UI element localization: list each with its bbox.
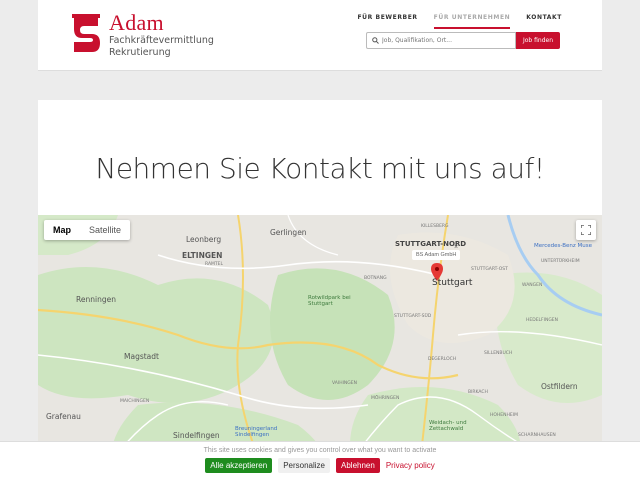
map-label-rotwildpark: Rotwildpark bei Stuttgart [308, 295, 351, 307]
map-type-satellite-button[interactable]: Satellite [80, 220, 130, 240]
logo-s-icon [72, 14, 100, 52]
map-label-mohringen: MÖHRINGEN [371, 396, 400, 401]
personalize-button[interactable]: Personalize [278, 458, 330, 473]
map-label-maichingen: MAICHINGEN [120, 399, 150, 404]
map-label-sindelfingen: Sindelfingen [173, 431, 220, 440]
logo-subtitle-1: Fachkräftevermittlung [109, 35, 214, 46]
cookie-buttons: Alle akzeptieren Personalize Ablehnen Pr… [0, 458, 640, 473]
search-box [366, 32, 516, 49]
search-icon [372, 37, 379, 44]
map-label-stuttgart-nord: STUTTGART-NORD [395, 240, 467, 248]
logo[interactable]: Adam Fachkräftevermittlung Rekrutierung [70, 12, 214, 58]
map-label-leonberg: Leonberg [186, 235, 222, 244]
fullscreen-button[interactable] [576, 220, 596, 240]
nav-item-unternehmen[interactable]: FÜR UNTERNEHMEN [433, 14, 511, 29]
privacy-policy-link[interactable]: Privacy policy [386, 461, 435, 470]
fullscreen-icon [581, 225, 591, 235]
map-label-sillenbuch: SILLENBUCH [484, 351, 513, 356]
map-label-killesberg: KILLESBERG [421, 224, 449, 229]
map-label-ramtel: RAMTEL [205, 262, 224, 267]
page-title: Nehmen Sie Kontakt mit uns auf! [95, 152, 545, 185]
map-label-gerlingen: Gerlingen [270, 228, 307, 237]
map-label-hedelfingen: HEDELFINGEN [526, 318, 559, 323]
job-search-button[interactable]: Job finden [516, 32, 560, 49]
accept-all-button[interactable]: Alle akzeptieren [205, 458, 273, 473]
map-label-hohenheim: HOHENHEIM [490, 413, 518, 418]
map-label-vaihingen: VAIHINGEN [332, 381, 357, 386]
map-label-stuttgart-ost: STUTTGART-OST [471, 267, 508, 272]
main-nav: FÜR BEWERBER FÜR UNTERNEHMEN KONTAKT [357, 14, 562, 29]
logo-name: Adam [109, 10, 164, 35]
map-label-grafenau: Grafenau [46, 412, 81, 421]
cookie-banner: This site uses cookies and gives you con… [0, 441, 640, 480]
search-input[interactable] [382, 37, 512, 44]
job-search: Job finden [366, 32, 560, 49]
site-header: Adam Fachkräftevermittlung Rekrutierung … [38, 0, 602, 71]
map-type-control: Map Satellite [44, 220, 131, 240]
marker-label: BS Adam GmbH [412, 250, 461, 260]
map-label-wangen: WANGEN [522, 283, 543, 288]
hero-section: Nehmen Sie Kontakt mit uns auf! [38, 100, 602, 215]
map-label-unterturkheim: UNTERTÜRKHEIM [541, 259, 580, 264]
map-label-breuningerland: Breuningerland Sindelfingen [235, 426, 278, 438]
nav-item-bewerber[interactable]: FÜR BEWERBER [357, 14, 417, 21]
map-label-weidach: Weidach- und Zettachwald [429, 420, 467, 432]
map-label-eltingen: ELTINGEN [182, 251, 223, 260]
map-label-birkach: BIRKACH [468, 390, 488, 395]
map-label-mercedes: Mercedes-Benz Muse [534, 243, 592, 249]
map-label-ostfildern: Ostfildern [541, 382, 578, 391]
map-type-map-button[interactable]: Map [44, 220, 80, 240]
map-label-stuttgart: Stuttgart [432, 278, 473, 288]
nav-item-kontakt[interactable]: KONTAKT [526, 14, 562, 21]
map-label-botnang: BOTNANG [364, 276, 387, 281]
map-label-stuttgart-sud: STUTTGART-SÜD [394, 314, 432, 319]
map-label-degerloch: DEGERLOCH [428, 357, 457, 362]
map-label-renningen: Renningen [76, 295, 116, 304]
map-label-magstadt: Magstadt [124, 352, 159, 361]
page-container: Adam Fachkräftevermittlung Rekrutierung … [38, 0, 602, 480]
cookie-text: This site uses cookies and gives you con… [203, 447, 437, 454]
map-label-scharnhausen: SCHARNHAUSEN [518, 433, 556, 438]
logo-subtitle-2: Rekrutierung [109, 47, 171, 58]
decline-button[interactable]: Ablehnen [336, 458, 380, 473]
